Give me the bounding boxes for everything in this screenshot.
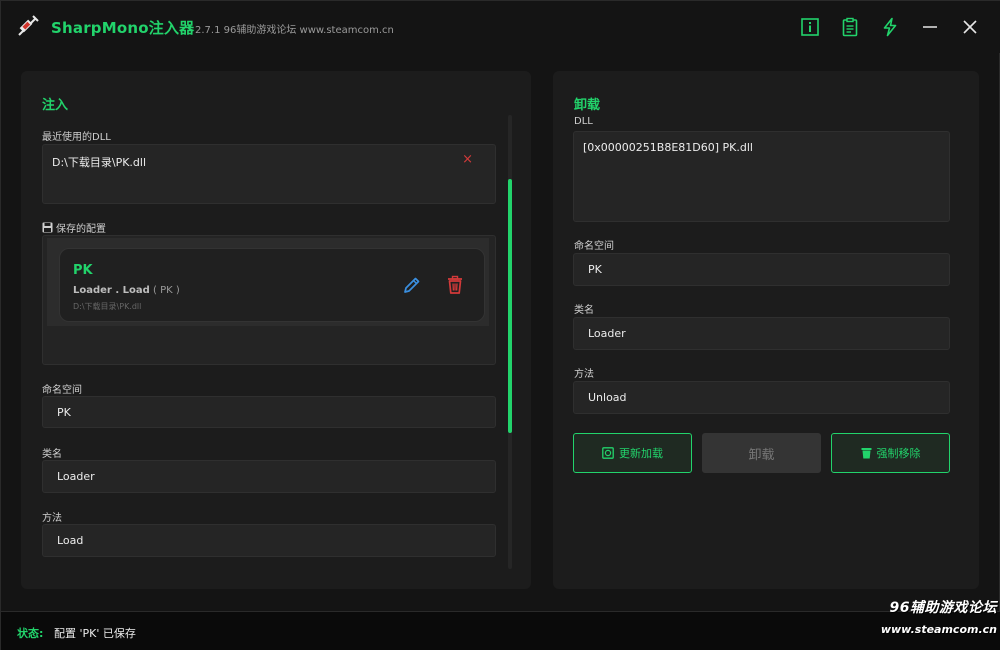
pencil-icon xyxy=(404,277,420,293)
trash-icon xyxy=(861,448,871,459)
config-class: Loader xyxy=(73,285,112,296)
unload-namespace-input[interactable]: PK xyxy=(573,253,950,286)
inject-method-input[interactable]: Load xyxy=(42,524,496,557)
unload-class-label: 类名 xyxy=(574,305,594,316)
status-label: 状态: xyxy=(17,627,44,640)
unload-button[interactable]: 卸载 xyxy=(702,433,821,473)
clipboard-icon xyxy=(842,17,858,37)
status-text: 配置 'PK' 已保存 xyxy=(54,627,136,640)
remove-dll-icon[interactable]: × xyxy=(462,152,473,167)
config-namespace: PK xyxy=(160,285,173,296)
force-remove-button[interactable]: 强制移除 xyxy=(831,433,950,473)
reload-icon xyxy=(602,447,614,459)
minimize-icon xyxy=(923,26,937,28)
inject-method-label: 方法 xyxy=(42,513,62,524)
config-name: PK xyxy=(73,263,93,278)
info-button[interactable] xyxy=(797,14,823,40)
reload-button-label: 更新加载 xyxy=(619,447,663,460)
floppy-disk-icon xyxy=(42,222,53,233)
status-bar: 状态: 配置 'PK' 已保存 xyxy=(1,611,1000,650)
trash-icon xyxy=(448,275,462,294)
minimize-button[interactable] xyxy=(917,14,943,40)
force-remove-button-label: 强制移除 xyxy=(876,447,921,460)
saved-config-card[interactable]: PK Loader . Load ( PK ) D:\下载目录\PK.dll xyxy=(59,248,485,322)
recent-dll-box[interactable]: D:\下载目录\PK.dll × xyxy=(42,144,496,204)
recent-dll-label: 最近使用的DLL xyxy=(42,132,111,143)
unload-method-input[interactable]: Unload xyxy=(573,381,950,414)
saved-configs-label: 保存的配置 xyxy=(56,224,106,235)
watermark-line-2: www.steamcom.cn xyxy=(880,623,997,636)
inject-scrollbar-thumb[interactable] xyxy=(508,179,512,433)
saved-configs-header: 保存的配置 xyxy=(42,220,106,235)
config-entry-point: Loader . Load ( PK ) xyxy=(73,285,180,296)
forum-watermark: 96辅助游戏论坛 www.steamcom.cn xyxy=(873,597,997,636)
unload-method-label: 方法 xyxy=(574,369,594,380)
app-window: SharpMono注入器 2.7.1 96辅助游戏论坛 www.steamcom… xyxy=(0,0,1000,650)
edit-config-button[interactable] xyxy=(402,275,422,295)
close-icon xyxy=(963,20,977,34)
loaded-dll-item[interactable]: [0x00000251B8E81D60] PK.dll xyxy=(583,141,753,154)
unload-class-input[interactable]: Loader xyxy=(573,317,950,350)
unload-dll-label: DLL xyxy=(574,116,593,127)
inject-namespace-input[interactable]: PK xyxy=(42,396,496,428)
close-button[interactable] xyxy=(957,14,983,40)
inject-title: 注入 xyxy=(42,98,69,113)
inject-class-label: 类名 xyxy=(42,449,62,460)
title-bar: SharpMono注入器 2.7.1 96辅助游戏论坛 www.steamcom… xyxy=(1,1,1000,53)
app-title: SharpMono注入器 xyxy=(51,19,195,37)
saved-configs-list: PK Loader . Load ( PK ) D:\下载目录\PK.dll xyxy=(42,235,496,365)
info-icon xyxy=(801,18,819,36)
unload-button-label: 卸载 xyxy=(748,447,775,463)
config-path: D:\下载目录\PK.dll xyxy=(73,302,142,311)
clipboard-button[interactable] xyxy=(837,14,863,40)
recent-dll-path: D:\下载目录\PK.dll xyxy=(52,156,147,169)
lightning-button[interactable] xyxy=(877,14,903,40)
saved-config-item-highlight: PK Loader . Load ( PK ) D:\下载目录\PK.dll xyxy=(47,238,489,326)
inject-class-input[interactable]: Loader xyxy=(42,460,496,493)
lightning-icon xyxy=(883,17,897,37)
unload-namespace-label: 命名空间 xyxy=(574,241,614,252)
app-subtitle: 2.7.1 96辅助游戏论坛 www.steamcom.cn xyxy=(195,25,394,36)
delete-config-button[interactable] xyxy=(446,275,464,295)
syringe-logo-icon xyxy=(15,13,41,39)
unload-dll-list[interactable]: [0x00000251B8E81D60] PK.dll xyxy=(573,131,950,222)
config-method: Load xyxy=(122,285,150,296)
inject-namespace-label: 命名空间 xyxy=(42,385,82,396)
watermark-line-1: 96辅助游戏论坛 xyxy=(889,600,997,616)
unload-title: 卸载 xyxy=(574,98,601,113)
reload-button[interactable]: 更新加载 xyxy=(573,433,692,473)
